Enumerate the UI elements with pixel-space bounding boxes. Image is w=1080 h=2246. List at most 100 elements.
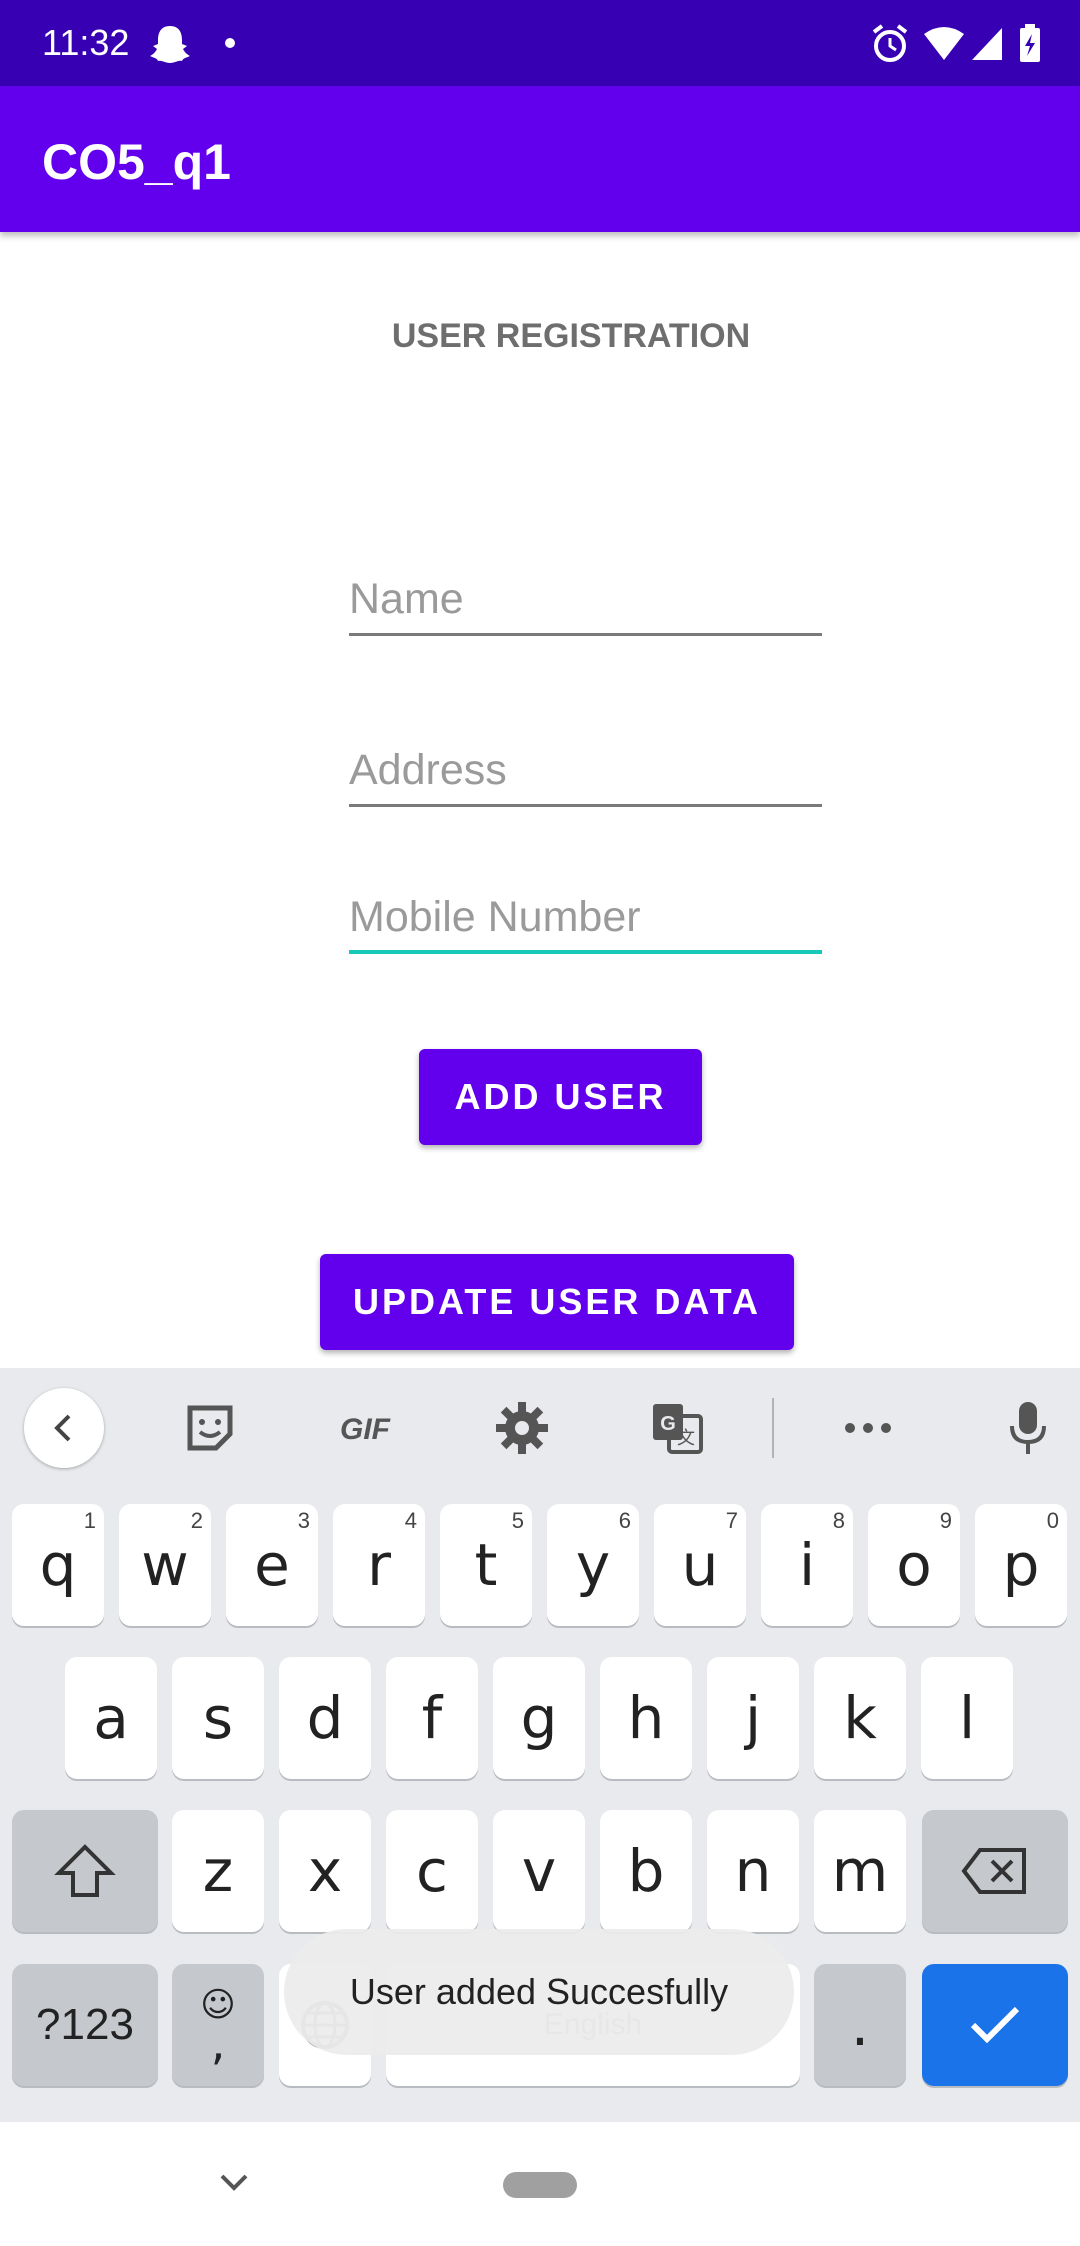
settings-button[interactable] (490, 1396, 554, 1460)
snapchat-icon (150, 26, 190, 63)
more-options-button[interactable] (836, 1396, 900, 1460)
key-hint: 0 (1046, 1508, 1059, 1533)
key-label: a (93, 1684, 129, 1752)
key-label: n (734, 1837, 772, 1905)
keyboard-collapse-button[interactable] (24, 1388, 104, 1468)
key-c[interactable]: c (386, 1810, 478, 1932)
status-time: 11:32 (42, 22, 130, 63)
key-i[interactable]: i8 (761, 1504, 853, 1626)
key-d[interactable]: d (279, 1657, 371, 1779)
key-u[interactable]: u7 (654, 1504, 746, 1626)
key-g[interactable]: g (493, 1657, 585, 1779)
key-label: p (1002, 1531, 1040, 1599)
wifi-icon (924, 27, 964, 60)
page-title: USER REGISTRATION (391, 317, 751, 355)
voice-input-button[interactable] (996, 1396, 1060, 1460)
key-hint: 4 (404, 1508, 417, 1533)
key-m[interactable]: m (814, 1810, 906, 1932)
name-input[interactable] (349, 566, 822, 632)
sticker-button[interactable] (178, 1396, 242, 1460)
key-z[interactable]: z (172, 1810, 264, 1932)
key-hint: 8 (832, 1508, 845, 1533)
key-label: q (39, 1531, 77, 1599)
key-n[interactable]: n (707, 1810, 799, 1932)
key-x[interactable]: x (279, 1810, 371, 1932)
key-l[interactable]: l (921, 1657, 1013, 1779)
home-handle[interactable] (503, 2172, 577, 2198)
svg-text:文: 文 (677, 1428, 695, 1449)
chevron-down-icon[interactable] (216, 2170, 252, 2194)
key-w[interactable]: w2 (119, 1504, 211, 1626)
key-label: w (141, 1531, 189, 1599)
period-key[interactable]: . (814, 1964, 906, 2086)
key-a[interactable]: a (65, 1657, 157, 1779)
key-v[interactable]: v (493, 1810, 585, 1932)
key-b[interactable]: b (600, 1810, 692, 1932)
shift-key[interactable] (12, 1810, 158, 1932)
key-o[interactable]: o9 (868, 1504, 960, 1626)
address-input[interactable] (349, 737, 822, 803)
notification-dot-icon (225, 38, 235, 48)
key-label: y (575, 1531, 611, 1599)
key-hint: 9 (939, 1508, 952, 1533)
gif-button[interactable]: GIF (330, 1396, 400, 1460)
toast-message: User added Succesfully (284, 1929, 794, 2055)
key-y[interactable]: y6 (547, 1504, 639, 1626)
toolbar-divider (772, 1398, 774, 1458)
name-field[interactable] (349, 566, 822, 636)
address-field[interactable] (349, 737, 822, 807)
key-label: l (958, 1684, 976, 1752)
backspace-icon (961, 1848, 1026, 1894)
key-s[interactable]: s (172, 1657, 264, 1779)
shift-icon (54, 1844, 116, 1897)
key-label: d (306, 1684, 344, 1752)
status-bar: 11:32 (0, 0, 1080, 86)
key-label: i (798, 1531, 816, 1599)
keyboard-toolbar: GIF G 文 (0, 1368, 1080, 1488)
app-bar: CO5_q1 (0, 86, 1080, 232)
system-status-icons (868, 22, 1058, 66)
add-user-button[interactable]: ADD USER (419, 1049, 702, 1145)
key-label: h (627, 1684, 665, 1752)
key-hint: 6 (618, 1508, 631, 1533)
key-h[interactable]: h (600, 1657, 692, 1779)
key-label: r (367, 1531, 391, 1599)
symbols-key[interactable]: ?123 (12, 1964, 158, 2086)
update-user-data-button[interactable]: UPDATE USER DATA (320, 1254, 794, 1350)
enter-key[interactable] (922, 1964, 1068, 2086)
translate-icon: G 文 (653, 1404, 703, 1454)
more-horizontal-icon (845, 1423, 891, 1433)
key-hint: 7 (725, 1508, 738, 1533)
key-t[interactable]: t5 (440, 1504, 532, 1626)
key-label: o (896, 1531, 932, 1599)
translate-button[interactable]: G 文 (645, 1396, 709, 1460)
backspace-key[interactable] (922, 1810, 1068, 1932)
key-label: u (681, 1531, 719, 1599)
key-label: f (421, 1684, 443, 1752)
key-hint: 3 (297, 1508, 310, 1533)
checkmark-icon (970, 2006, 1020, 2044)
key-label: t (474, 1531, 498, 1599)
key-f[interactable]: f (386, 1657, 478, 1779)
mobile-number-underline (349, 950, 822, 954)
key-label: k (843, 1684, 877, 1752)
notification-icons (150, 22, 230, 71)
comma-label: , (210, 2016, 226, 2070)
key-e[interactable]: e3 (226, 1504, 318, 1626)
mobile-number-input[interactable] (349, 884, 822, 950)
signal-icon (972, 28, 1002, 60)
key-p[interactable]: p0 (975, 1504, 1067, 1626)
gif-icon: GIF (340, 1413, 391, 1446)
key-label: j (744, 1684, 762, 1752)
name-underline (349, 633, 822, 636)
key-j[interactable]: j (707, 1657, 799, 1779)
key-hint: 2 (190, 1508, 203, 1533)
key-label: x (307, 1837, 343, 1905)
key-k[interactable]: k (814, 1657, 906, 1779)
sticker-icon (187, 1405, 233, 1451)
mobile-number-field[interactable] (349, 884, 822, 954)
emoji-key[interactable]: ☺ , (172, 1964, 264, 2086)
svg-text:G: G (660, 1413, 676, 1435)
key-r[interactable]: r4 (333, 1504, 425, 1626)
key-q[interactable]: q1 (12, 1504, 104, 1626)
